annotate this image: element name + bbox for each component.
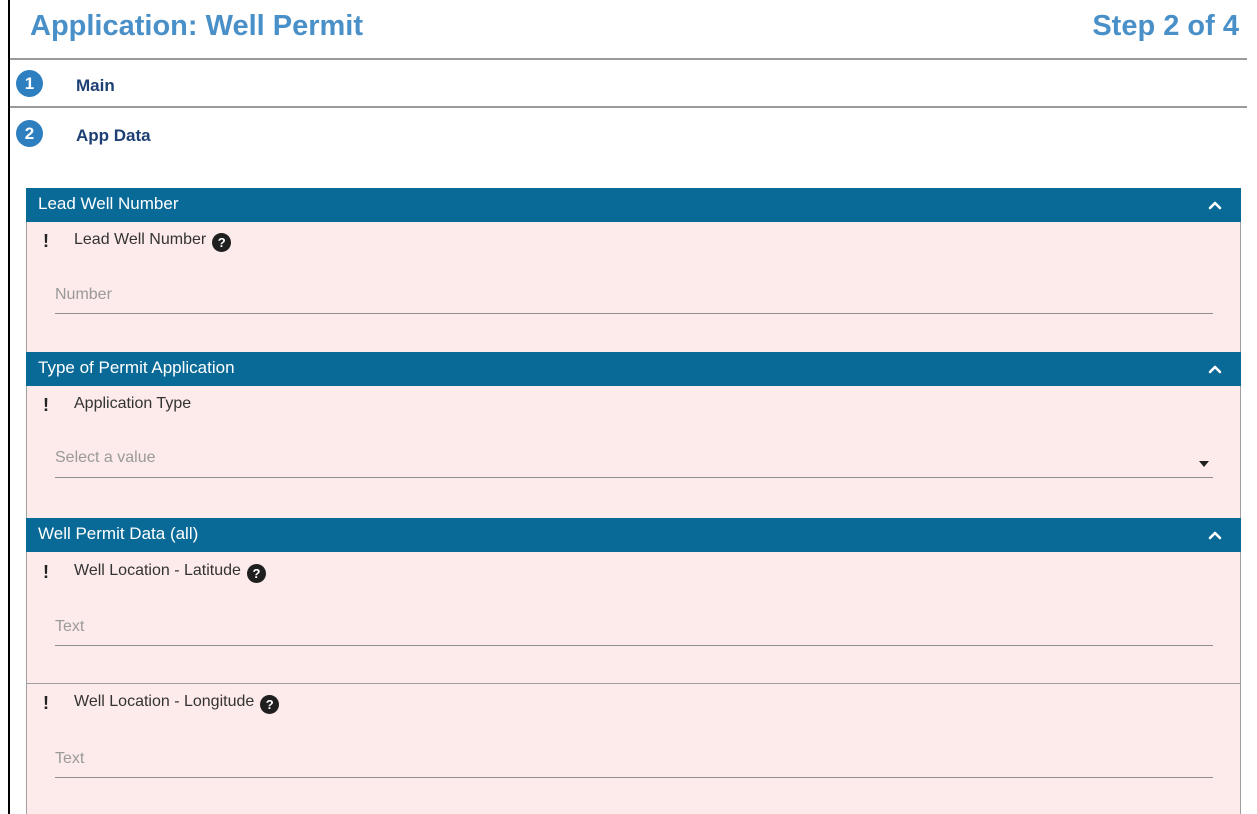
field-label: Well Location - Longitude: [74, 693, 255, 710]
field-application-type: ! Application Type Select a value: [26, 386, 1241, 518]
step-indicator: Step 2 of 4: [1092, 10, 1239, 42]
step-label[interactable]: App Data: [76, 126, 151, 146]
section-title: Well Permit Data (all): [38, 524, 199, 543]
step-number-badge: 2: [16, 120, 43, 147]
field-well-location-latitude: ! Well Location - Latitude?: [26, 552, 1241, 683]
field-label: Application Type: [74, 395, 192, 412]
exclamation-icon: !: [43, 231, 49, 251]
chevron-up-icon[interactable]: [1207, 197, 1223, 213]
section-header-well-permit-data[interactable]: Well Permit Data (all): [26, 518, 1241, 552]
application-type-select[interactable]: Select a value: [55, 441, 1213, 478]
section-header-type-of-permit[interactable]: Type of Permit Application: [26, 352, 1241, 386]
chevron-up-icon[interactable]: [1207, 527, 1223, 543]
field-lead-well-number: ! Lead Well Number?: [26, 222, 1241, 352]
question-circle-icon[interactable]: ?: [260, 695, 280, 714]
field-label: Well Location - Latitude: [74, 562, 241, 579]
exclamation-icon: !: [43, 395, 49, 415]
caret-down-icon[interactable]: [1199, 461, 1209, 467]
longitude-input[interactable]: [55, 741, 1213, 778]
question-circle-icon[interactable]: ?: [246, 564, 266, 583]
section-title: Type of Permit Application: [38, 358, 235, 377]
chevron-up-icon[interactable]: [1207, 361, 1223, 377]
step-label[interactable]: Main: [76, 76, 115, 96]
question-circle-icon[interactable]: ?: [212, 233, 232, 252]
section-title: Lead Well Number: [38, 194, 179, 213]
field-well-location-longitude: ! Well Location - Longitude?: [26, 684, 1241, 814]
step-number-badge: 1: [16, 70, 43, 97]
step-app-data[interactable]: 2 App Data: [10, 116, 1247, 156]
lead-well-number-input[interactable]: [55, 277, 1213, 314]
exclamation-icon: !: [43, 562, 49, 582]
page-header: Application: Well Permit Step 2 of 4: [10, 0, 1247, 60]
page-title: Application: Well Permit: [30, 10, 364, 42]
step-main[interactable]: 1 Main: [10, 66, 1247, 108]
section-header-lead-well-number[interactable]: Lead Well Number: [26, 188, 1241, 222]
select-placeholder: Select a value: [55, 449, 156, 466]
latitude-input[interactable]: [55, 609, 1213, 646]
field-label: Lead Well Number: [74, 231, 207, 248]
exclamation-icon: !: [43, 693, 49, 713]
